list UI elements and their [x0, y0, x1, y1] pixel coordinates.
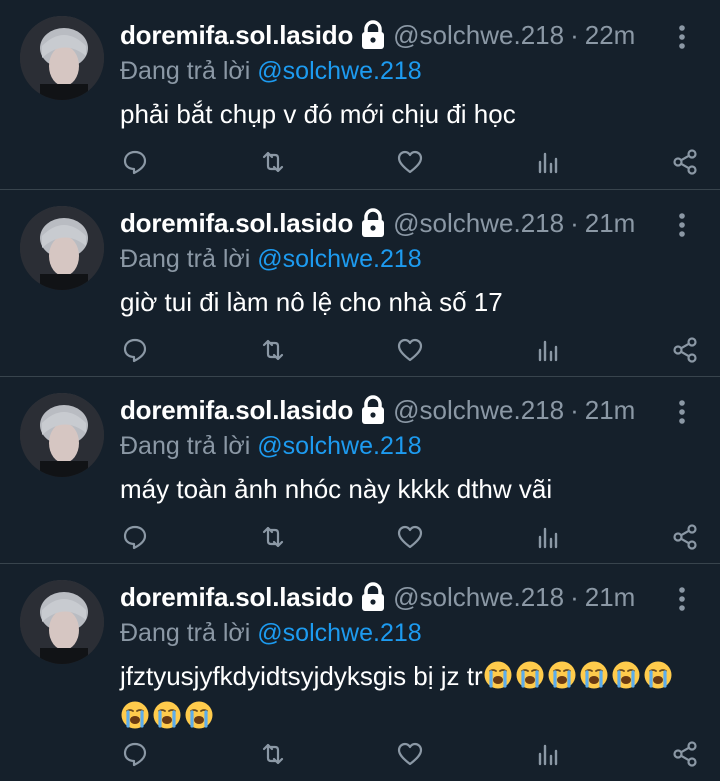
handle[interactable]: @solchwe.218	[393, 582, 564, 613]
share-icon[interactable]	[670, 522, 700, 552]
display-name[interactable]: doremifa.sol.lasido	[120, 395, 353, 426]
replying-to: Đang trả lời @solchwe.218	[120, 54, 700, 88]
display-name[interactable]: doremifa.sol.lasido	[120, 208, 353, 239]
lock-icon	[359, 20, 387, 50]
timestamp[interactable]: 21m	[585, 395, 636, 426]
reply-prefix: Đang trả lời	[120, 57, 251, 85]
separator: ·	[570, 394, 579, 425]
separator: ·	[570, 581, 579, 612]
loudly-crying-face-icon	[643, 660, 673, 690]
loudly-crying-face-icon	[547, 660, 577, 690]
reply-prefix: Đang trả lời	[120, 432, 251, 460]
share-icon[interactable]	[670, 739, 700, 769]
more-vertical-icon[interactable]	[676, 586, 688, 612]
avatar[interactable]	[20, 580, 104, 664]
retweet-icon[interactable]	[258, 522, 288, 552]
display-name[interactable]: doremifa.sol.lasido	[120, 582, 353, 613]
handle[interactable]: @solchwe.218	[393, 208, 564, 239]
analytics-icon[interactable]	[533, 147, 563, 177]
replying-to: Đang trả lời @solchwe.218	[120, 242, 700, 276]
avatar[interactable]	[20, 206, 104, 290]
loudly-crying-face-icon	[515, 660, 545, 690]
handle[interactable]: @solchwe.218	[393, 395, 564, 426]
more-vertical-icon[interactable]	[676, 24, 688, 50]
handle[interactable]: @solchwe.218	[393, 20, 564, 51]
timestamp[interactable]: 21m	[585, 582, 636, 613]
tweet[interactable]: doremifa.sol.lasido @solchwe.218 · 21m Đ…	[0, 190, 720, 377]
loudly-crying-face-icon	[120, 700, 150, 730]
tweet-header: doremifa.sol.lasido @solchwe.218 · 21m	[120, 391, 700, 429]
loudly-crying-face-icon	[483, 660, 513, 690]
retweet-icon[interactable]	[258, 739, 288, 769]
loudly-crying-face-icon	[611, 660, 641, 690]
tweet-actions	[120, 517, 700, 557]
tweet-text-content: jfztyusjyfkdyidtsyjdyksgis bị jz tr	[120, 661, 483, 691]
lock-icon	[359, 208, 387, 238]
lock-icon	[359, 582, 387, 612]
more-vertical-icon[interactable]	[676, 212, 688, 238]
replying-to: Đang trả lời @solchwe.218	[120, 429, 700, 463]
analytics-icon[interactable]	[533, 522, 563, 552]
tweet-header: doremifa.sol.lasido @solchwe.218 · 22m	[120, 16, 700, 54]
tweet-actions	[120, 142, 700, 182]
replying-to: Đang trả lời @solchwe.218	[120, 616, 700, 650]
like-icon[interactable]	[395, 147, 425, 177]
tweet-text: giờ tui đi làm nô lệ cho nhà số 17	[120, 287, 503, 317]
analytics-icon[interactable]	[533, 335, 563, 365]
tweet[interactable]: doremifa.sol.lasido @solchwe.218 · 22m Đ…	[0, 0, 720, 190]
tweet-text: jfztyusjyfkdyidtsyjdyksgis bị jz tr	[120, 656, 700, 736]
separator: ·	[570, 19, 579, 50]
loudly-crying-face-icon	[152, 700, 182, 730]
loudly-crying-face-icon	[579, 660, 609, 690]
like-icon[interactable]	[395, 739, 425, 769]
reply-handle-link[interactable]: @solchwe.218	[257, 245, 421, 273]
share-icon[interactable]	[670, 335, 700, 365]
tweet-actions	[120, 734, 700, 774]
timestamp[interactable]: 21m	[585, 208, 636, 239]
reply-icon[interactable]	[120, 335, 150, 365]
share-icon[interactable]	[670, 147, 700, 177]
tweet-text: máy toàn ảnh nhóc này kkkk dthw vãi	[120, 474, 553, 504]
more-vertical-icon[interactable]	[676, 399, 688, 425]
retweet-icon[interactable]	[258, 335, 288, 365]
reply-prefix: Đang trả lời	[120, 245, 251, 273]
reply-prefix: Đang trả lời	[120, 619, 251, 647]
reply-icon[interactable]	[120, 739, 150, 769]
reply-handle-link[interactable]: @solchwe.218	[257, 432, 421, 460]
timestamp[interactable]: 22m	[585, 20, 636, 51]
analytics-icon[interactable]	[533, 739, 563, 769]
separator: ·	[570, 207, 579, 238]
tweet[interactable]: doremifa.sol.lasido @solchwe.218 · 21m Đ…	[0, 377, 720, 564]
retweet-icon[interactable]	[258, 147, 288, 177]
tweet-text: phải bắt chụp v đó mới chịu đi học	[120, 99, 516, 129]
tweet-actions	[120, 330, 700, 370]
avatar[interactable]	[20, 16, 104, 100]
tweet-header: doremifa.sol.lasido @solchwe.218 · 21m	[120, 578, 700, 616]
reply-icon[interactable]	[120, 147, 150, 177]
reply-handle-link[interactable]: @solchwe.218	[257, 619, 421, 647]
display-name[interactable]: doremifa.sol.lasido	[120, 20, 353, 51]
lock-icon	[359, 395, 387, 425]
loudly-crying-face-icon	[184, 700, 214, 730]
tweet-header: doremifa.sol.lasido @solchwe.218 · 21m	[120, 204, 700, 242]
avatar[interactable]	[20, 393, 104, 477]
reply-icon[interactable]	[120, 522, 150, 552]
like-icon[interactable]	[395, 522, 425, 552]
timeline: doremifa.sol.lasido @solchwe.218 · 22m Đ…	[0, 0, 720, 781]
like-icon[interactable]	[395, 335, 425, 365]
tweet[interactable]: doremifa.sol.lasido @solchwe.218 · 21m Đ…	[0, 564, 720, 781]
reply-handle-link[interactable]: @solchwe.218	[257, 57, 421, 85]
